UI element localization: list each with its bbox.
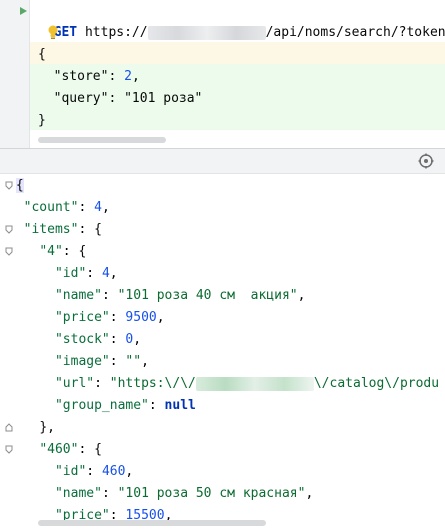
- response-line: },: [39, 420, 55, 435]
- redacted-host: [147, 25, 266, 40]
- hint-line-highlight: [30, 42, 445, 64]
- body-key: "query": [53, 91, 109, 106]
- response-line: "image": "",: [54, 354, 149, 369]
- response-line: "name": "101 роза 50 см красная",: [54, 486, 314, 501]
- response-line: "stock": 0,: [54, 332, 142, 347]
- settings-icon[interactable]: [418, 153, 434, 169]
- response-line: "id": 4,: [54, 266, 118, 281]
- response-line: "count": 4,: [23, 200, 110, 215]
- body-value: "101 роза": [124, 91, 203, 106]
- request-body-line[interactable]: "query": "101 роза": [38, 88, 203, 110]
- request-horizontal-scrollbar[interactable]: [38, 137, 166, 143]
- request-body-close: }: [38, 113, 46, 128]
- response-horizontal-scrollbar[interactable]: [38, 520, 266, 526]
- request-url-suffix: /api/noms/search/?token=s: [265, 25, 445, 40]
- response-line: "items": {: [23, 222, 102, 237]
- response-line: "price": 9500,: [54, 310, 165, 325]
- redacted-url: [195, 376, 314, 391]
- body-key: "store": [53, 69, 109, 84]
- response-line: "group_name": null: [54, 398, 196, 413]
- response-line: "url": "https:\/\/\/catalog\/produ: [54, 376, 440, 391]
- request-url-prefix: https://: [84, 25, 148, 40]
- request-gutter: [0, 0, 29, 148]
- play-icon[interactable]: [17, 5, 29, 17]
- body-value: 2: [124, 69, 132, 84]
- request-line[interactable]: GET https:///api/noms/search/?token=s: [38, 0, 445, 40]
- lightbulb-icon[interactable]: [46, 24, 60, 40]
- response-line: "name": "101 роза 40 см акция",: [54, 288, 306, 303]
- response-toolbar: [0, 148, 445, 174]
- response-line: "4": {: [39, 244, 87, 259]
- response-line: {: [15, 178, 24, 193]
- request-body-line[interactable]: "store": 2,: [38, 66, 140, 88]
- request-body-open: {: [38, 47, 46, 62]
- response-line: "id": 460,: [54, 464, 134, 479]
- response-line: "460": {: [39, 442, 102, 457]
